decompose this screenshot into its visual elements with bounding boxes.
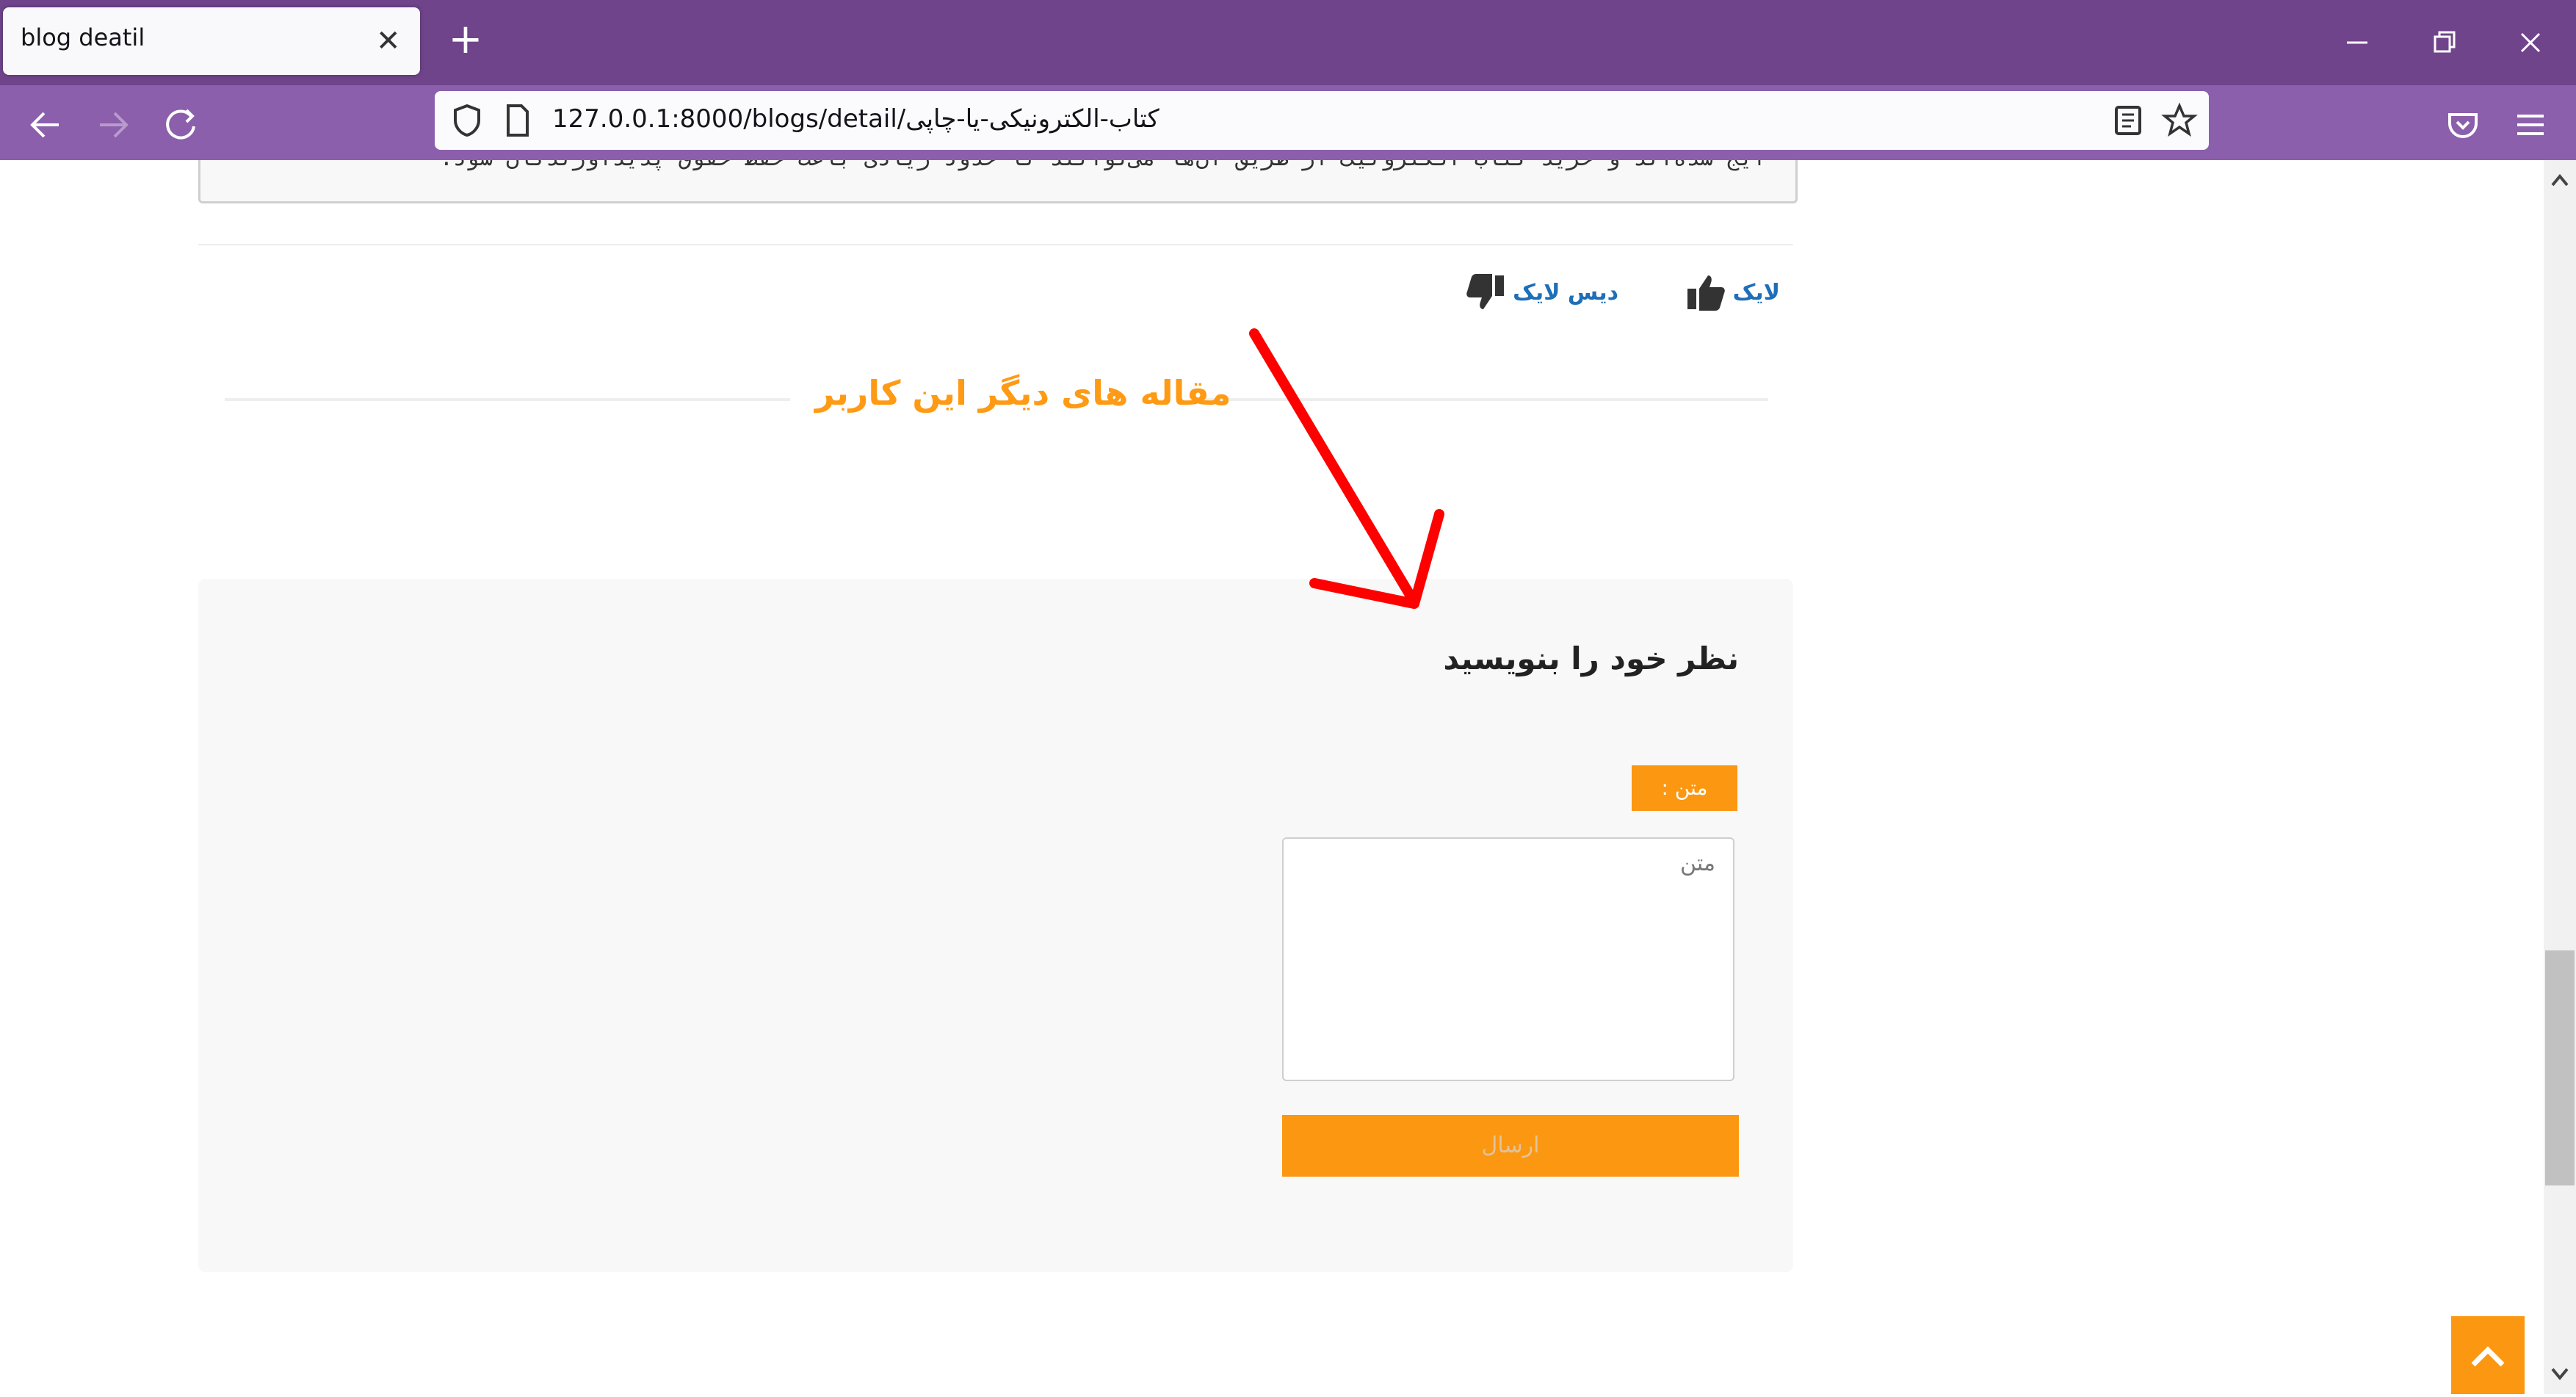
pocket-icon[interactable] [2439,101,2486,148]
active-tab[interactable]: blog deatil ✕ [3,7,420,75]
scrollbar-track[interactable] [2544,160,2576,1394]
address-bar[interactable]: 127.0.0.1:8000/blogs/detail/کتاب-الکترون… [435,91,2209,150]
thumbs-up-icon [1687,275,1725,311]
thumbs-down-icon [1466,274,1505,309]
comment-textarea[interactable] [1282,837,1734,1081]
browser-chrome: blog deatil ✕ + 127.0.0.1:8000/blogs/det… [0,0,2576,162]
url-text[interactable]: 127.0.0.1:8000/blogs/detail/کتاب-الکترون… [552,104,1159,134]
back-icon[interactable] [22,101,69,148]
page-content: ایج شده‌اند و خرید کتاب الکترونیک از طری… [0,160,2544,1394]
close-window-icon[interactable] [2504,16,2557,69]
section-line-right [1203,398,1768,401]
forward-icon[interactable] [90,101,137,148]
comment-heading: نظر خود را بنویسید [1443,640,1739,676]
new-tab-icon[interactable]: + [445,19,486,66]
close-tab-icon[interactable]: ✕ [376,21,401,62]
minimize-icon[interactable] [2331,16,2384,69]
scrollbar-thumb[interactable] [2545,950,2575,1185]
article-code-text: ایج شده‌اند و خرید کتاب الکترونیک از طری… [440,160,1766,171]
scroll-up-icon[interactable] [2544,165,2576,197]
like-label: لایک [1732,279,1780,306]
shield-icon[interactable] [448,101,486,140]
scroll-down-icon[interactable] [2544,1357,2576,1390]
bookmark-star-icon[interactable] [2160,101,2199,140]
page-icon[interactable] [498,101,536,140]
restore-icon[interactable] [2417,16,2470,69]
like-button[interactable]: لایک [1685,270,1780,314]
menu-icon[interactable] [2507,101,2554,148]
comment-form: نظر خود را بنویسید متن : ارسال [198,579,1793,1272]
submit-button[interactable]: ارسال [1282,1115,1739,1177]
related-articles-title: مقاله های دیگر این کاربر [815,373,1231,413]
back-to-top-button[interactable] [2451,1316,2525,1394]
text-field-label: متن : [1632,765,1737,811]
reader-view-icon[interactable] [2109,101,2147,140]
reload-icon[interactable] [157,101,204,148]
chevron-up-icon [2471,1346,2505,1367]
article-code-block: ایج شده‌اند و خرید کتاب الکترونیک از طری… [198,160,1798,203]
content-divider [198,244,1793,245]
dislike-label: دیس لایک [1513,279,1618,306]
tab-bar: blog deatil ✕ + [0,0,2576,85]
section-line-left [225,398,790,401]
tab-title: blog deatil [21,24,145,51]
dislike-button[interactable]: دیس لایک [1464,270,1618,314]
